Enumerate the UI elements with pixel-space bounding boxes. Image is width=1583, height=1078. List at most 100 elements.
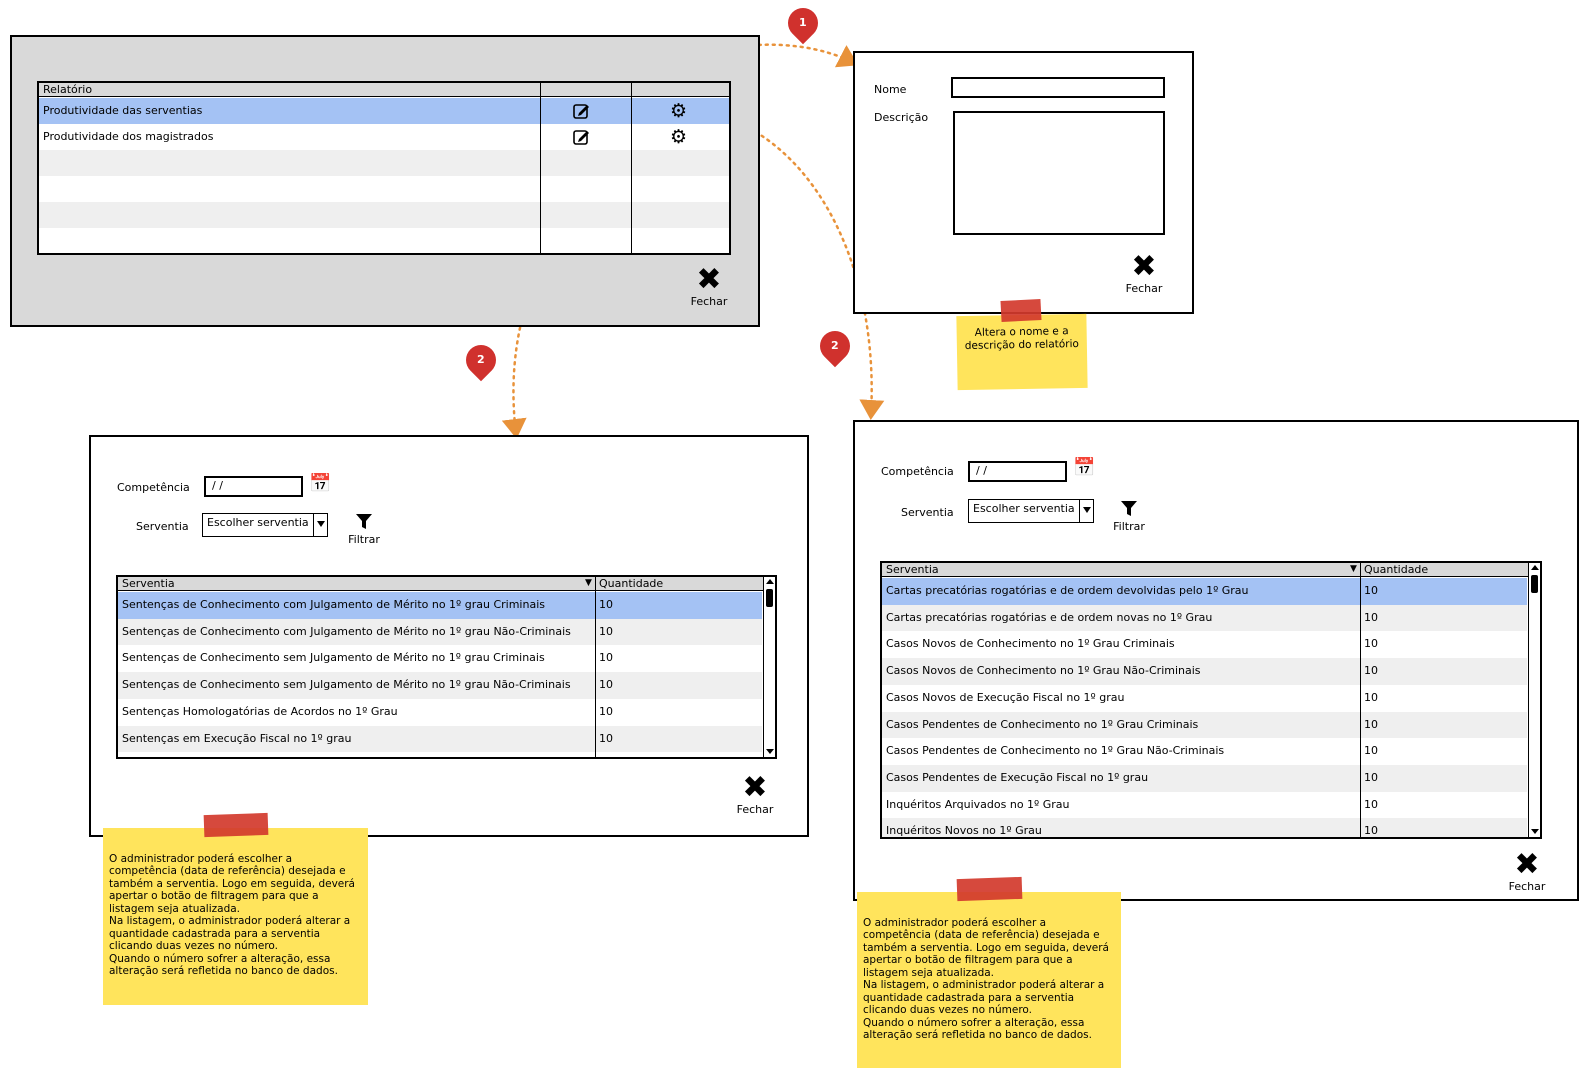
serventia-cell: Sentenças em Execução Fiscal no 1º grau [122,731,352,745]
column-divider [540,83,541,253]
table-row[interactable]: Sentenças Homologatórias de Acordos no 1… [118,699,762,726]
quantidade-cell[interactable]: 10 [1364,605,1378,632]
description-textarea[interactable] [953,111,1165,235]
quantidade-cell[interactable]: 10 [599,645,613,672]
close-button[interactable]: ✖ Fechar [684,262,734,309]
report-row-label: Produtividade dos magistrados [43,130,214,143]
close-icon: ✖ [1131,249,1157,284]
table-row[interactable]: Casos Pendentes de Execução Fiscal no 1º… [882,764,1527,792]
table-row[interactable]: Casos Novos de Conhecimento no 1º Grau N… [882,658,1527,685]
quantidade-cell[interactable]: 10 [599,699,613,726]
serventia-select[interactable]: Escolher serventia [968,499,1094,523]
table-row-empty [39,150,729,176]
table-row[interactable]: Casos Novos de Execução Fiscal no 1º gra… [882,685,1527,712]
quantidade-cell[interactable]: 10 [599,672,613,699]
quantidade-cell[interactable]: 10 [1364,792,1378,819]
note-tape [1000,298,1042,323]
quantidade-cell[interactable]: 10 [1364,765,1378,792]
filter-note-left: O administrador poderá escolher a compet… [103,828,368,1005]
scrollbar[interactable] [763,577,775,757]
filter-dialog-left: Competência / / 📅 Serventia Escolher ser… [89,435,809,837]
table-row[interactable]: Inquéritos Novos no 1º Grau 10 [882,818,1527,838]
sort-down-icon[interactable]: ▼ [585,577,592,590]
serventia-cell: Inquéritos Novos no 1º Grau [886,824,1042,838]
sort-down-icon[interactable]: ▼ [1350,563,1357,576]
quantidade-cell[interactable]: 10 [1364,631,1378,658]
quantidade-cell[interactable]: 10 [1364,685,1378,712]
scroll-down-icon[interactable] [1530,828,1539,836]
table-row[interactable]: Sentenças de Conhecimento com Julgamento… [118,618,762,646]
table-row[interactable]: Casos Pendentes de Conhecimento no 1º Gr… [882,738,1527,765]
serventia-label: Serventia [136,520,189,533]
edit-icon[interactable] [573,129,591,145]
report-list-window: Relatório Produtividade das serventias ⚙… [10,35,760,327]
quantidade-cell[interactable]: 10 [599,726,613,753]
table-header: Serventia ▼ Quantidade [118,577,775,591]
close-label: Fechar [1508,880,1546,893]
serventia-table-right: Serventia ▼ Quantidade Cartas precatória… [880,561,1542,839]
edit-icon[interactable] [573,103,591,119]
scroll-up-icon[interactable] [765,578,774,586]
competencia-label: Competência [881,465,954,478]
quantidade-cell[interactable]: 10 [599,592,613,619]
edit-report-dialog: Nome Descrição ✖ Fechar [853,51,1194,314]
close-button[interactable]: ✖ Fechar [1119,249,1169,296]
serventia-select[interactable]: Escolher serventia [202,513,328,537]
serventia-cell: Casos Novos de Execução Fiscal no 1º gra… [886,690,1125,704]
report-row-label: Produtividade das serventias [43,104,203,117]
name-input[interactable] [951,77,1165,98]
calendar-icon[interactable]: 📅 [1073,457,1095,478]
close-label: Fechar [690,295,728,308]
serventia-cell: Sentenças de Conhecimento sem Julgamento… [122,678,571,692]
scrollbar[interactable] [1528,563,1540,837]
note-tape [956,876,1023,902]
close-label: Fechar [736,803,774,816]
report-table-header: Relatório [39,83,729,97]
quantidade-cell[interactable]: 10 [1364,658,1378,685]
report-table: Relatório Produtividade das serventias ⚙… [37,81,731,255]
chevron-down-icon [1079,500,1093,522]
table-row[interactable]: Cartas precatórias rogatórias e de ordem… [882,604,1527,632]
quantidade-cell[interactable]: 10 [599,619,613,646]
filter-dialog-right: Competência / / 📅 Serventia Escolher ser… [853,420,1579,901]
table-row[interactable]: Sentenças de Conhecimento sem Julgamento… [118,645,762,672]
quantidade-cell[interactable]: 10 [1364,738,1378,765]
scroll-thumb[interactable] [766,589,773,607]
quantidade-cell[interactable]: 10 [1364,578,1378,605]
serventia-cell: Casos Pendentes de Conhecimento no 1º Gr… [886,717,1199,731]
report-row-2[interactable]: Produtividade dos magistrados ⚙ [39,124,729,150]
col-quantidade: Quantidade [599,577,664,590]
table-row[interactable]: Cartas precatórias rogatórias e de ordem… [882,578,1527,605]
table-row[interactable]: Inquéritos Arquivados no 1º Grau 10 [882,792,1527,819]
competencia-input[interactable]: / / [968,461,1067,482]
table-header: Serventia ▼ Quantidade [882,563,1540,577]
column-divider [595,577,596,757]
close-button[interactable]: ✖ Fechar [1502,850,1552,894]
calendar-icon[interactable]: 📅 [309,473,331,494]
serventia-cell: Cartas precatórias rogatórias e de ordem… [886,584,1249,597]
table-row[interactable]: Sentenças de Conhecimento sem Julgamento… [118,672,762,699]
table-row[interactable]: Casos Novos de Conhecimento no 1º Grau C… [882,631,1527,658]
table-row[interactable]: Sentenças em Execução Fiscal no 1º grau 1… [118,725,762,753]
report-row-1[interactable]: Produtividade das serventias ⚙ [39,98,729,124]
description-label: Descrição [874,111,929,124]
serventia-cell: Sentenças de Conhecimento sem Julgamento… [122,651,545,665]
competencia-input[interactable]: / / [204,476,303,497]
gear-icon[interactable]: ⚙ [670,124,687,150]
filter-button[interactable]: Filtrar [346,514,382,546]
filter-button[interactable]: Filtrar [1111,501,1147,533]
scroll-down-icon[interactable] [765,748,774,756]
filter-note-right: O administrador poderá escolher a compet… [857,892,1121,1068]
column-divider [1360,563,1361,837]
table-row[interactable]: Sentenças de Conhecimento com Julgamento… [118,592,762,619]
serventia-table-left: Serventia ▼ Quantidade Sentenças de Conh… [116,575,777,759]
close-button[interactable]: ✖ Fechar [730,773,780,817]
quantidade-cell[interactable]: 10 [1364,818,1378,837]
serventia-cell: Sentenças de Conhecimento com Julgamento… [122,598,545,611]
table-row[interactable]: Casos Pendentes de Conhecimento no 1º Gr… [882,711,1527,739]
close-icon: ✖ [696,262,722,297]
gear-icon[interactable]: ⚙ [670,98,687,124]
scroll-up-icon[interactable] [1530,564,1539,572]
scroll-thumb[interactable] [1531,575,1538,593]
quantidade-cell[interactable]: 10 [1364,712,1378,739]
